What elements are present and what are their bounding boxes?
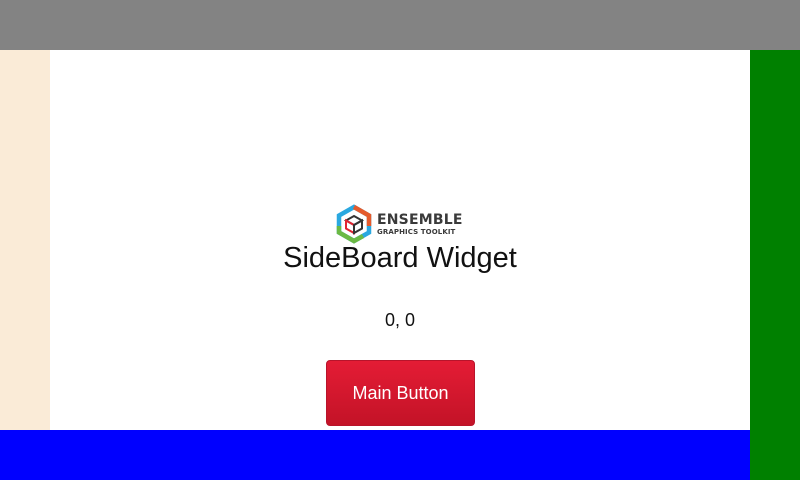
widget-title: SideBoard Widget [283, 242, 517, 274]
main-button[interactable]: Main Button [326, 360, 475, 426]
top-sideboard-panel[interactable] [0, 0, 800, 50]
logo-wordmark: ENSEMBLE [377, 211, 463, 228]
main-content-area: ENSEMBLE GRAPHICS TOOLKIT SideBoard Widg… [50, 50, 750, 430]
right-sideboard-panel[interactable] [750, 50, 800, 480]
logo-subtitle: GRAPHICS TOOLKIT [377, 227, 456, 236]
left-sideboard-panel[interactable] [0, 50, 50, 430]
ensemble-logo: ENSEMBLE GRAPHICS TOOLKIT [334, 203, 466, 245]
app-stage: ENSEMBLE GRAPHICS TOOLKIT SideBoard Widg… [0, 0, 800, 480]
bottom-sideboard-panel[interactable] [0, 430, 750, 480]
coordinates-readout: 0, 0 [384, 310, 416, 330]
ensemble-cube-icon [336, 204, 372, 244]
logo-text-block: ENSEMBLE GRAPHICS TOOLKIT [377, 213, 463, 236]
